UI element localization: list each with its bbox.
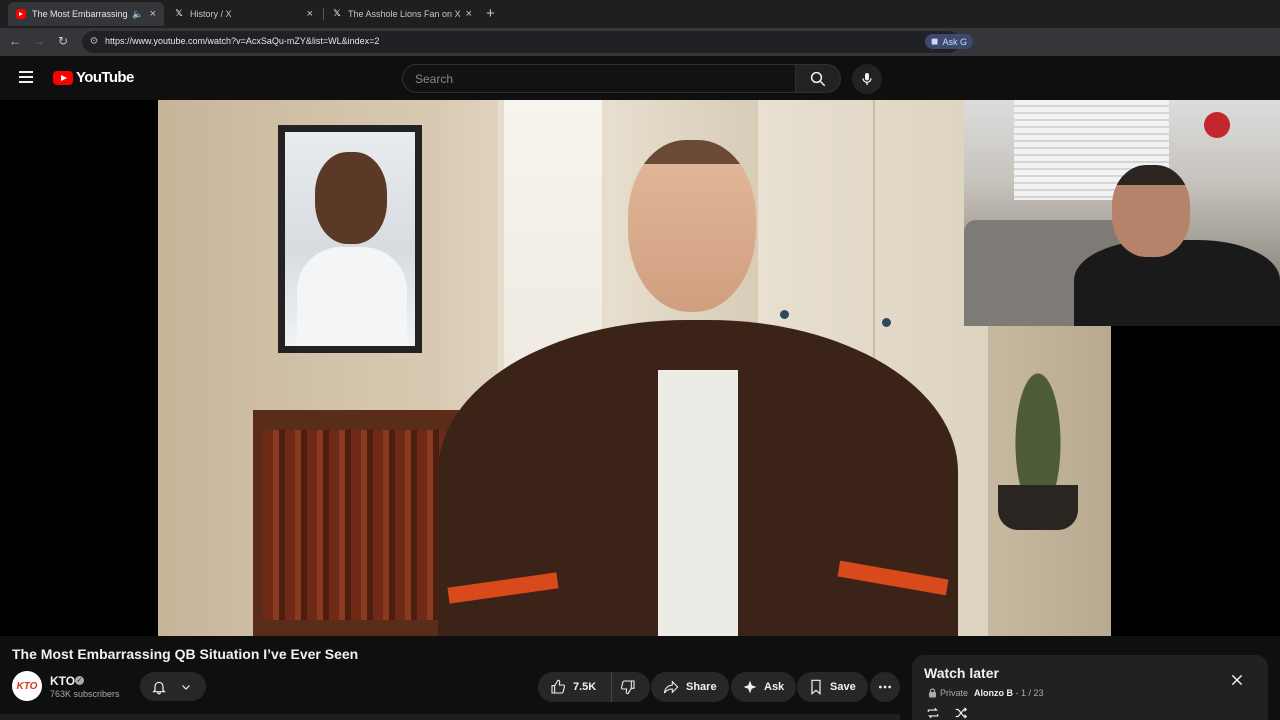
verified-badge-icon: ✓ — [75, 676, 84, 685]
bell-icon — [152, 681, 166, 695]
url-text: https://www.youtube.com/watch?v=AcxSaQu-… — [105, 36, 380, 46]
thumbs-up-icon — [551, 679, 566, 694]
playlist-privacy: Private — [940, 688, 969, 698]
chevron-down-icon — [182, 685, 190, 690]
framed-poster — [278, 125, 422, 353]
tab-close-icon[interactable]: × — [307, 8, 313, 20]
share-icon — [663, 680, 679, 694]
like-button[interactable]: 7.5K — [538, 672, 612, 702]
x-favicon-icon: 𝕏 — [175, 9, 183, 19]
ask-label: Ask — [764, 681, 785, 693]
more-actions-button[interactable] — [870, 672, 900, 702]
address-bar[interactable]: ⚙ https://www.youtube.com/watch?v=AcxSaQ… — [82, 31, 960, 53]
watch-later-playlist-panel: Watch later Private Alonzo B - 1 / 23 — [912, 655, 1268, 720]
streamer-head — [1112, 165, 1190, 257]
browser-tab-strip: The Most Embarrassing QB 🔈 × 𝕏 History /… — [0, 0, 1280, 28]
ask-assistant-icon: ◼ — [931, 36, 939, 46]
youtube-favicon-icon — [16, 9, 26, 19]
forward-icon[interactable]: → — [31, 34, 47, 48]
site-info-icon[interactable]: ⚙ — [88, 36, 100, 48]
tab-title: History / X — [190, 9, 232, 19]
youtube-masthead: YouTube Search — [0, 56, 1280, 100]
sparkle-icon — [743, 680, 757, 694]
search-button[interactable] — [795, 64, 841, 93]
save-label: Save — [830, 681, 856, 693]
youtube-logo[interactable]: YouTube — [53, 69, 134, 86]
playlist-position: 1 / 23 — [1021, 688, 1044, 698]
streamer-body — [1074, 240, 1280, 326]
like-dislike-group: 7.5K — [538, 672, 650, 702]
tab-close-icon[interactable]: × — [466, 8, 472, 20]
tab-history-x[interactable]: 𝕏 History / X × — [166, 3, 321, 25]
search-icon — [810, 71, 826, 87]
page-scrollbar[interactable] — [1271, 636, 1280, 720]
playlist-meta: Private Alonzo B - 1 / 23 — [940, 688, 1044, 698]
reload-icon[interactable]: ↻ — [55, 34, 71, 48]
thumbs-down-icon — [620, 680, 635, 695]
bookmark-icon — [811, 679, 821, 695]
x-favicon-icon: 𝕏 — [333, 9, 341, 19]
tab-title: The Most Embarrassing QB — [32, 9, 128, 19]
webcam-overlay — [964, 100, 1280, 326]
tab-lions-fan-x[interactable]: 𝕏 The Asshole Lions Fan on X: "ht × — [324, 3, 480, 25]
subscriber-count: 763K subscribers — [50, 689, 120, 699]
hat — [1204, 112, 1230, 138]
playlist-title[interactable]: Watch later — [924, 665, 999, 681]
playlist-owner[interactable]: Alonzo B — [974, 688, 1013, 698]
loop-icon[interactable] — [926, 706, 940, 720]
speaker-icon[interactable]: 🔈 — [132, 9, 143, 20]
voice-search-button[interactable] — [852, 64, 882, 94]
ask-button[interactable]: Ask — [731, 672, 797, 702]
browser-toolbar: ← → ↻ ⚙ https://www.youtube.com/watch?v=… — [0, 28, 1280, 56]
close-icon[interactable] — [1230, 673, 1244, 687]
search-placeholder: Search — [415, 72, 454, 86]
lock-icon — [929, 688, 936, 698]
menu-icon[interactable] — [19, 71, 33, 83]
tab-title: The Asshole Lions Fan on X: "ht — [348, 9, 460, 19]
channel-avatar[interactable]: KTO — [12, 671, 42, 701]
share-button[interactable]: Share — [651, 672, 729, 702]
youtube-play-logo-icon — [53, 70, 73, 85]
subscription-notification-button[interactable] — [140, 672, 206, 701]
back-icon[interactable]: ← — [7, 34, 23, 48]
ask-assistant-button[interactable]: ◼ Ask G — [925, 34, 973, 49]
description-box-edge — [0, 714, 900, 720]
tab-close-icon[interactable]: × — [150, 8, 156, 20]
new-tab-icon[interactable]: + — [486, 5, 495, 22]
like-count: 7.5K — [573, 681, 597, 693]
logo-text: YouTube — [76, 69, 134, 86]
presenter — [438, 140, 958, 636]
ask-assistant-label: Ask G — [942, 36, 967, 47]
search-input[interactable]: Search — [402, 64, 796, 93]
tab-youtube-video[interactable]: The Most Embarrassing QB 🔈 × — [8, 2, 164, 26]
share-label: Share — [686, 681, 717, 693]
microphone-icon — [862, 73, 872, 85]
channel-name[interactable]: KTO — [50, 674, 75, 688]
video-player[interactable] — [0, 100, 1280, 636]
more-horizontal-icon — [879, 685, 891, 689]
shuffle-icon[interactable] — [954, 706, 968, 720]
dislike-button[interactable] — [612, 672, 650, 702]
plant-pot — [998, 485, 1078, 530]
save-button[interactable]: Save — [797, 672, 868, 702]
video-title: The Most Embarrassing QB Situation I’ve … — [12, 646, 359, 662]
